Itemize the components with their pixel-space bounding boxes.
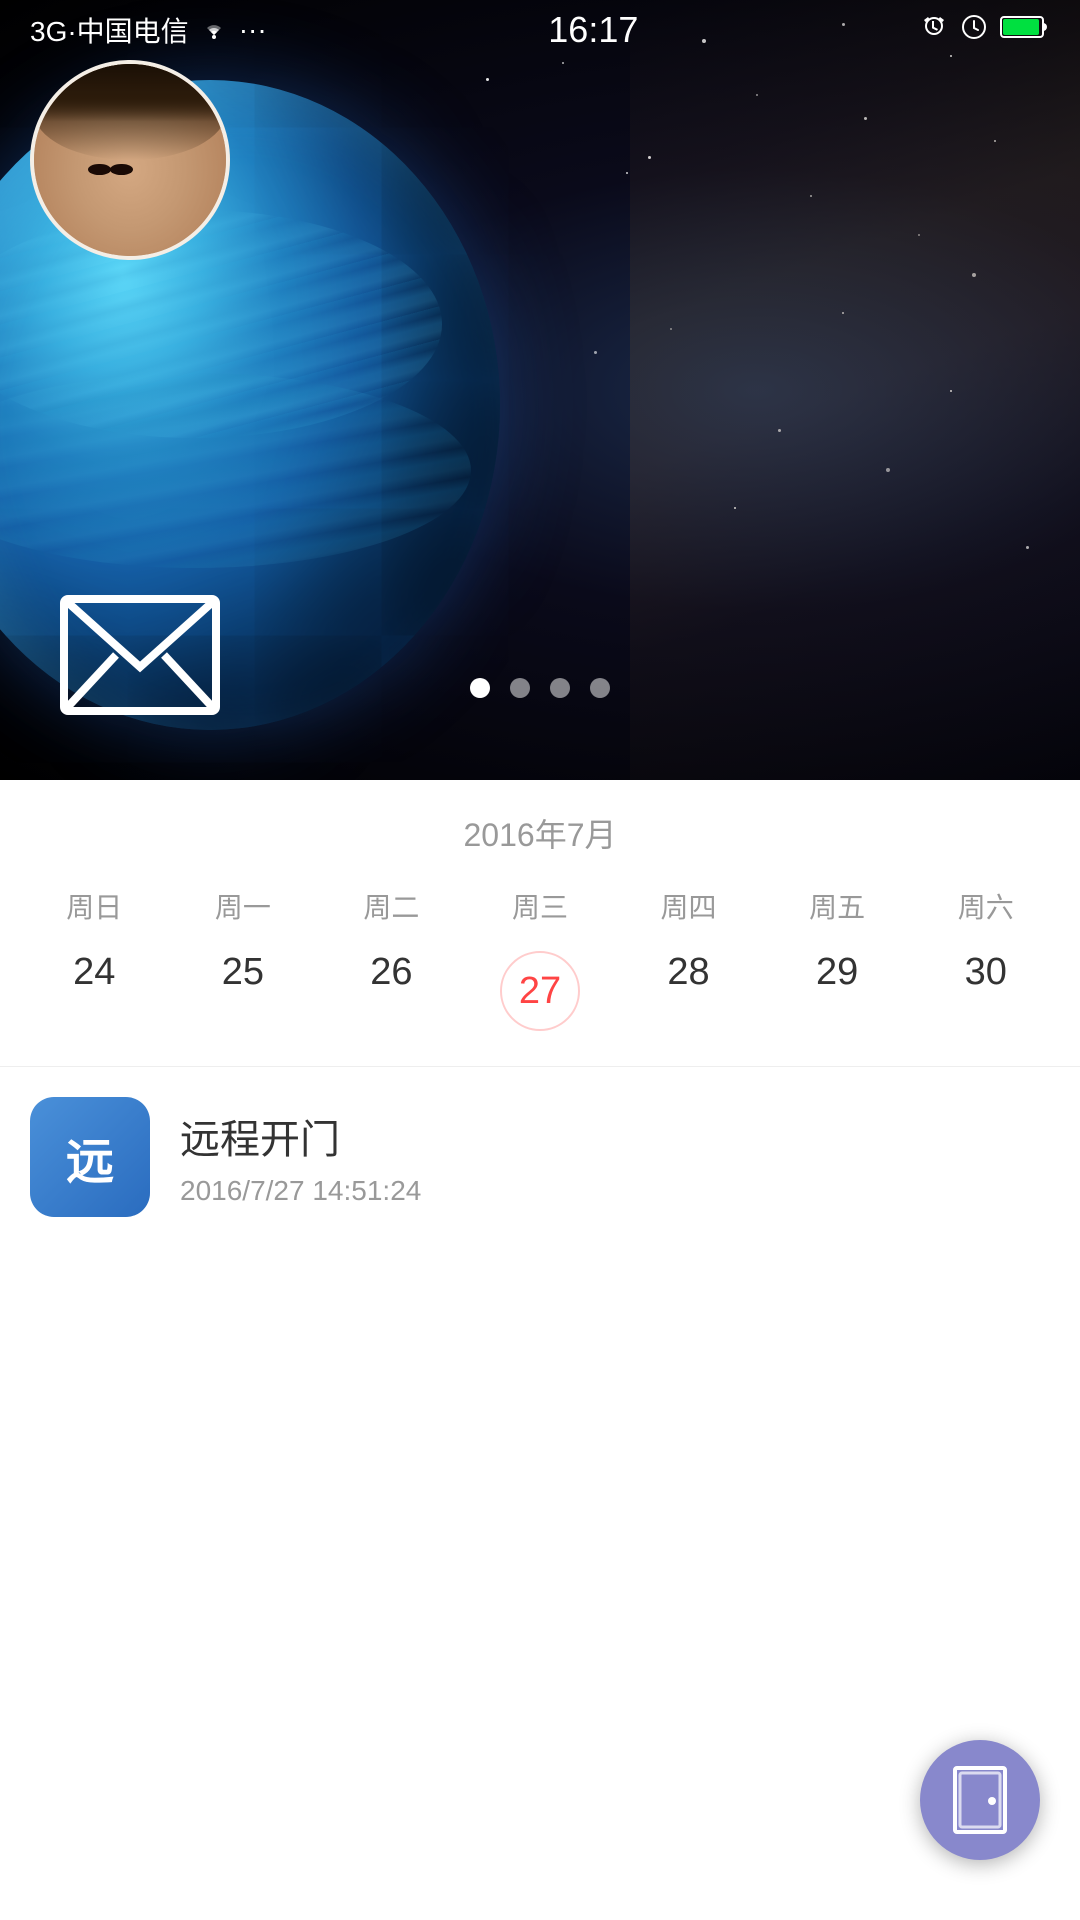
day-30[interactable]: 30 [911, 936, 1060, 1046]
status-left: 3G·中国电信 ··· [30, 10, 267, 50]
event-time-0: 2016/7/27 14:51:24 [180, 1175, 1050, 1207]
hero-banner [0, 0, 1080, 780]
dot-1[interactable] [470, 678, 490, 698]
header-thursday: 周四 [614, 876, 763, 936]
bottom-spacer [0, 1247, 1080, 1447]
day-26[interactable]: 26 [317, 936, 466, 1046]
header-monday: 周一 [169, 876, 318, 936]
avatar[interactable] [30, 60, 230, 260]
wifi-icon [199, 14, 229, 46]
status-bar: 3G·中国电信 ··· 16:17 [0, 0, 1080, 60]
header-saturday: 周六 [911, 876, 1060, 936]
header-tuesday: 周二 [317, 876, 466, 936]
today-circle: 27 [500, 951, 580, 1031]
battery-icon [1000, 14, 1050, 47]
avatar-image [34, 64, 226, 256]
calendar-grid: 周日 周一 周二 周三 周四 周五 周六 24 25 26 27 28 29 3… [20, 876, 1060, 1046]
day-25[interactable]: 25 [169, 936, 318, 1046]
event-icon-0: 远 [30, 1097, 150, 1217]
calendar-section: 2016年7月 周日 周一 周二 周三 周四 周五 周六 24 25 26 27… [0, 780, 1080, 1067]
header-friday: 周五 [763, 876, 912, 936]
header-wednesday: 周三 [466, 876, 615, 936]
day-29[interactable]: 29 [763, 936, 912, 1046]
event-item-0[interactable]: 远 远程开门 2016/7/27 14:51:24 [30, 1097, 1050, 1217]
mail-icon-container[interactable] [60, 595, 220, 720]
dot-3[interactable] [550, 678, 570, 698]
carousel-dots [470, 678, 610, 698]
ellipsis-text: ··· [239, 14, 267, 46]
calendar-month-label: 2016年7月 [20, 810, 1060, 856]
header-sunday: 周日 [20, 876, 169, 936]
event-list: 远 远程开门 2016/7/27 14:51:24 [0, 1067, 1080, 1247]
status-time: 16:17 [548, 9, 638, 51]
day-24[interactable]: 24 [20, 936, 169, 1046]
carrier-text: 3G·中国电信 [30, 10, 189, 50]
door-icon [950, 1765, 1010, 1835]
alarm-icon [920, 13, 948, 48]
day-28[interactable]: 28 [614, 936, 763, 1046]
event-title-0: 远程开门 [180, 1107, 1050, 1165]
dot-2[interactable] [510, 678, 530, 698]
milky-way-layer [630, 0, 1080, 780]
clock-icon [960, 13, 988, 48]
status-right [920, 13, 1050, 48]
event-details-0: 远程开门 2016/7/27 14:51:24 [180, 1107, 1050, 1207]
fab-open-door[interactable] [920, 1740, 1040, 1860]
mail-icon [60, 595, 220, 715]
day-27-today[interactable]: 27 [466, 936, 615, 1046]
dot-4[interactable] [590, 678, 610, 698]
